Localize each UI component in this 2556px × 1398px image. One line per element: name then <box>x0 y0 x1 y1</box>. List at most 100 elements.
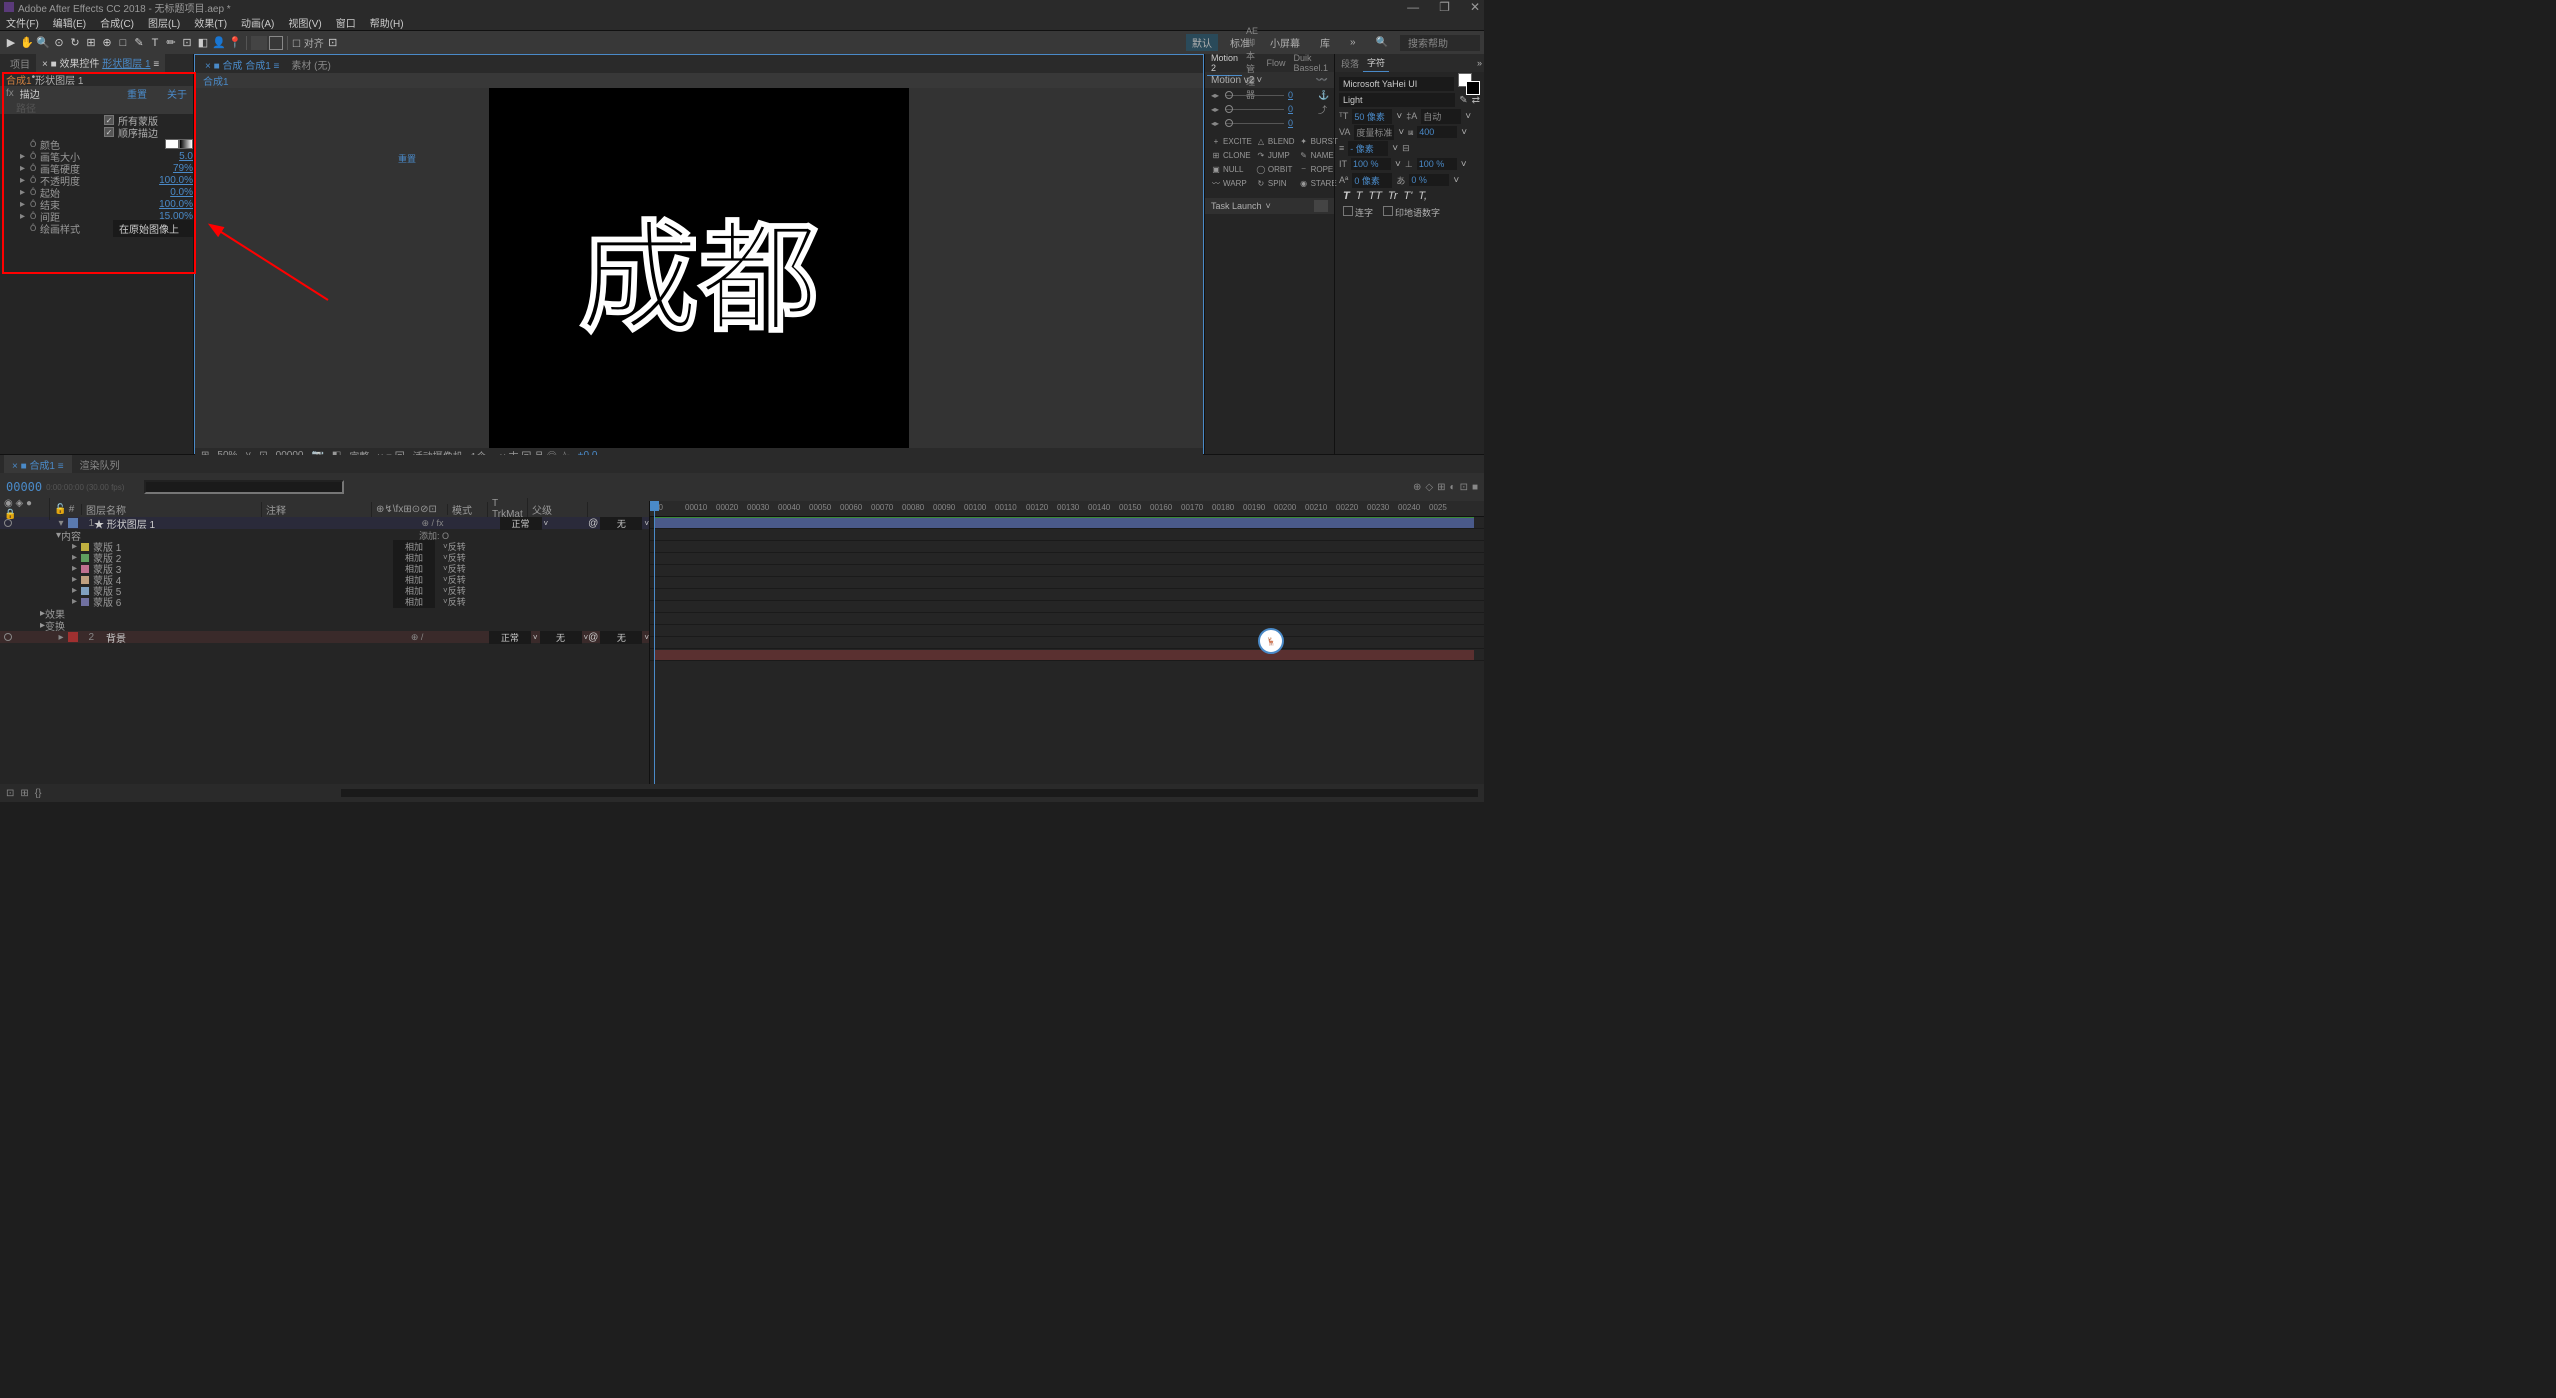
brush-size-value[interactable]: 5.0 <box>179 151 193 162</box>
fill-color[interactable] <box>251 36 267 50</box>
brush-hardness-value[interactable]: 79% <box>173 163 193 174</box>
close-button[interactable]: ✕ <box>1470 0 1480 14</box>
timeline-comp-tab[interactable]: × ■ 合成1 ≡ <box>4 455 72 474</box>
eraser-tool[interactable]: ◧ <box>196 36 210 50</box>
character-tab[interactable]: 字符 <box>1363 54 1389 72</box>
tl-icon4[interactable]: ◐ <box>1450 482 1456 493</box>
end-value[interactable]: 100.0% <box>159 199 193 210</box>
timeline-search[interactable] <box>144 480 344 494</box>
menu-help[interactable]: 帮助(H) <box>370 15 404 30</box>
mask-row[interactable]: ▸蒙版 6相加˅反转 <box>0 596 649 607</box>
puppet-tool[interactable]: 📍 <box>228 36 242 50</box>
zoom-tool[interactable]: 🔍 <box>36 36 50 50</box>
tl-icon2[interactable]: ◇ <box>1425 482 1433 493</box>
render-queue-tab[interactable]: 渲染队列 <box>72 455 128 474</box>
pen-tool[interactable]: ✎ <box>132 36 146 50</box>
warp-button[interactable]: 〰WARP <box>1209 176 1254 190</box>
font-dropdown[interactable]: Microsoft YaHei UI <box>1339 77 1454 91</box>
orbit-button[interactable]: ◯ORBIT <box>1254 162 1297 176</box>
selection-tool[interactable]: ▶ <box>4 36 18 50</box>
slider2-value[interactable]: 0 <box>1288 104 1318 114</box>
baseline-input[interactable]: 0 像素 <box>1352 173 1392 188</box>
jump-button[interactable]: ↷JUMP <box>1254 148 1297 162</box>
eyedropper-icon[interactable]: ✎ <box>1459 95 1467 106</box>
viewer-area[interactable]: 成都 <box>195 88 1203 448</box>
ligature-checkbox[interactable] <box>1343 206 1353 216</box>
swap-icon[interactable]: ⇄ <box>1472 95 1480 106</box>
comp-tab[interactable]: × ■ 合成 合成1 ≡ <box>199 55 285 74</box>
layer-row-2[interactable]: ▸ 2 背景 ⊕ / 正常˅ 无˅ @无˅ <box>0 631 649 643</box>
playhead[interactable] <box>654 501 655 784</box>
footage-tab[interactable]: 素材 (无) <box>285 55 336 74</box>
color-swatch[interactable] <box>165 139 179 149</box>
clone-button[interactable]: ⊞CLONE <box>1209 148 1254 162</box>
tl-icon6[interactable]: ■ <box>1472 482 1478 493</box>
paint-style-dropdown[interactable]: 在原始图像上 <box>113 220 193 237</box>
workspace-small[interactable]: 小屏幕 <box>1262 35 1308 50</box>
motion2-tab[interactable]: Motion 2 <box>1207 51 1242 76</box>
font-size-input[interactable]: 50 像素 <box>1352 109 1392 124</box>
visibility-toggle[interactable] <box>4 633 12 641</box>
transform-group[interactable]: ▸ 变换 <box>0 619 649 631</box>
slider1-value[interactable]: 0 <box>1288 90 1318 100</box>
hindi-checkbox[interactable] <box>1383 206 1393 216</box>
transform-reset[interactable]: 重置 <box>398 152 416 165</box>
text-color-swatch[interactable] <box>1458 73 1480 95</box>
brush-tool[interactable]: ✏ <box>164 36 178 50</box>
anchor-icon[interactable]: ⚓ <box>1318 90 1328 101</box>
flow-tab[interactable]: Flow <box>1262 56 1289 70</box>
effect-about-link[interactable]: 关于 <box>167 86 187 101</box>
curve-icon[interactable]: ⤴ <box>1318 103 1328 116</box>
script-mgr-tab[interactable]: AE脚本管理器 <box>1242 24 1262 103</box>
tracking-input[interactable]: 400 <box>1417 126 1457 138</box>
menu-view[interactable]: 视图(V) <box>288 15 321 30</box>
effect-reset-link[interactable]: 重置 <box>127 86 147 101</box>
duik-tab[interactable]: Duik Bassel.1 <box>1289 51 1332 75</box>
layer-color[interactable] <box>68 518 78 528</box>
smallcaps-button[interactable]: Tr <box>1388 190 1398 202</box>
menu-effect[interactable]: 效果(T) <box>194 15 227 30</box>
timeline-zoom-scrollbar[interactable] <box>341 789 1478 797</box>
tl-icon3[interactable]: ⊞ <box>1437 482 1445 493</box>
task-launch-button[interactable] <box>1314 200 1328 212</box>
camera-tool[interactable]: ⊞ <box>84 36 98 50</box>
menu-file[interactable]: 文件(F) <box>6 15 39 30</box>
search-help-input[interactable]: 搜索帮助 <box>1400 35 1480 51</box>
vscale-input[interactable]: 100 % <box>1351 158 1391 170</box>
allcaps-button[interactable]: TT <box>1368 190 1381 202</box>
menu-composition[interactable]: 合成(C) <box>100 15 134 30</box>
wave-icon[interactable]: 〰️ <box>1316 75 1328 86</box>
tl-icon5[interactable]: ⊡ <box>1460 482 1468 493</box>
clone-tool[interactable]: ⊡ <box>180 36 194 50</box>
stroke-color[interactable] <box>269 36 283 50</box>
menu-layer[interactable]: 图层(L) <box>148 15 180 30</box>
subscript-button[interactable]: T, <box>1418 190 1427 202</box>
rotate-tool[interactable]: ↻ <box>68 36 82 50</box>
current-time-input[interactable]: 00000 <box>6 480 42 494</box>
mode-dropdown[interactable]: 正常 <box>489 631 531 644</box>
spin-button[interactable]: ↻SPIN <box>1254 176 1297 190</box>
text-tool[interactable]: T <box>148 36 162 50</box>
tsume-input[interactable]: 0 % <box>1409 174 1449 186</box>
all-mask-checkbox[interactable]: ✓ <box>104 115 114 125</box>
menu-animation[interactable]: 动画(A) <box>241 15 274 30</box>
fx-toggle[interactable]: fx <box>6 88 14 99</box>
layer-bar-2[interactable] <box>654 650 1474 660</box>
paragraph-tab[interactable]: 段落 <box>1337 55 1363 72</box>
workspace-library[interactable]: 库 <box>1312 35 1338 50</box>
snap-toggle[interactable]: ☐ 对齐 <box>292 35 324 50</box>
start-value[interactable]: 0.0% <box>170 187 193 198</box>
project-tab[interactable]: 项目 <box>4 54 36 73</box>
effect-controls-tab[interactable]: × ■ 效果控件 形状图层 1 ≡ <box>36 53 165 73</box>
font-style-dropdown[interactable]: Light <box>1339 93 1455 107</box>
task-launch-dropdown[interactable]: Task Launch <box>1211 201 1262 211</box>
blend-button[interactable]: △BLEND <box>1254 134 1297 148</box>
comp-link[interactable]: 合成1 <box>203 73 229 88</box>
tl-icon1[interactable]: ⊕ <box>1413 482 1421 493</box>
motion-version-dropdown[interactable]: Motion v2 <box>1211 75 1254 86</box>
maximize-button[interactable]: ❐ <box>1439 0 1450 14</box>
timeline-tracks[interactable]: 0000010000200003000040000500006000070000… <box>650 501 1484 784</box>
seq-stroke-checkbox[interactable]: ✓ <box>104 127 114 137</box>
visibility-toggle[interactable] <box>4 519 12 527</box>
null-button[interactable]: ▣NULL <box>1209 162 1254 176</box>
